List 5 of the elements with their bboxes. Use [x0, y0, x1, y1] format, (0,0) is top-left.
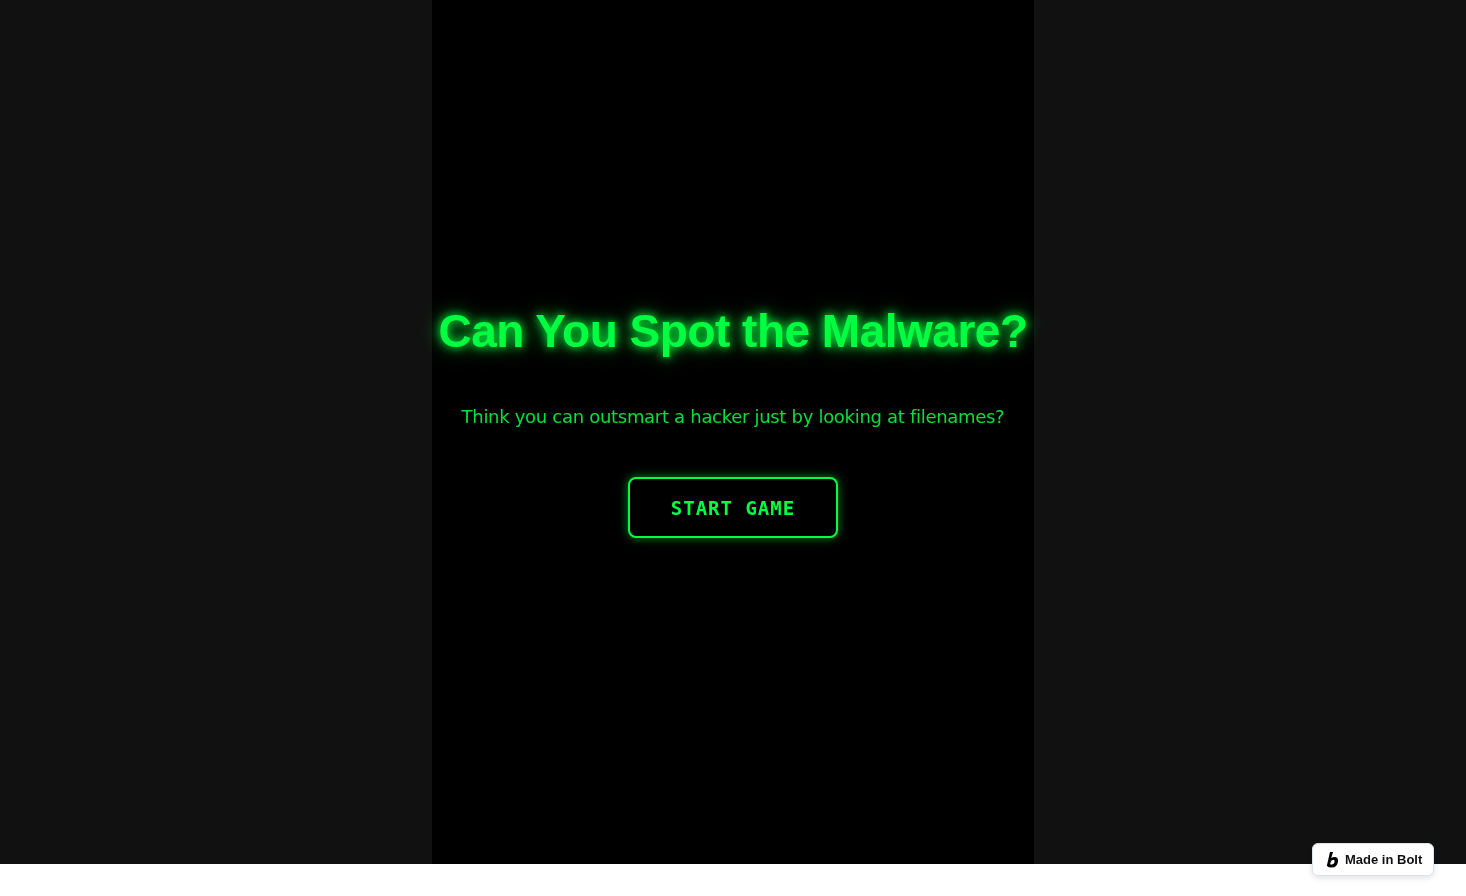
logo-icon [1326, 851, 1339, 868]
start-game-button[interactable]: START GAME [628, 477, 838, 538]
made-in-bolt-badge[interactable]: Made in Bolt [1312, 843, 1434, 876]
page-title: Can You Spot the Malware? [438, 304, 1028, 358]
subtitle: Think you can outsmart a hacker just by looking at filenames? [461, 406, 1005, 427]
